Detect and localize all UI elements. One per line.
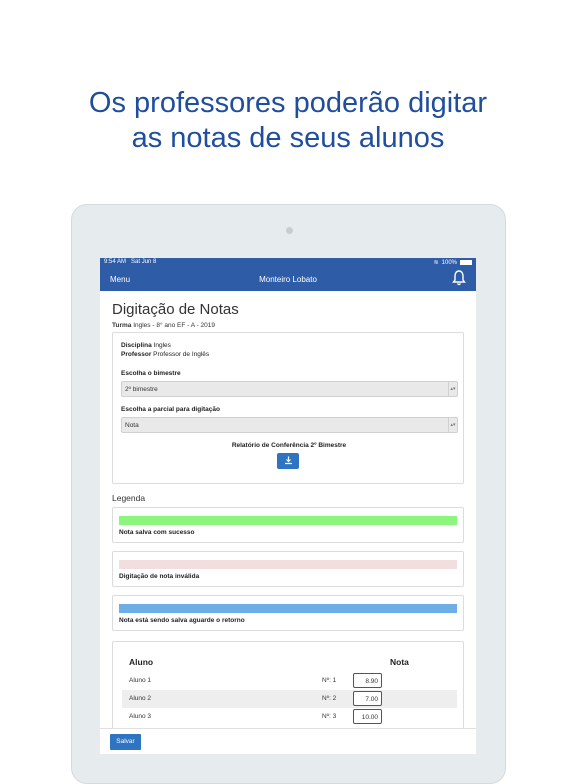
promo-headline: Os professores poderão digitar as notas … <box>0 86 576 156</box>
professor-label: Professor <box>121 351 152 358</box>
disciplina-value: Ingles <box>153 342 171 349</box>
status-date: Sat Jun 8 <box>131 259 157 265</box>
report-label: Relatório de Conferência 2º Bimestre <box>231 442 347 449</box>
main-content: Digitação de Notas Turma Ingles - 8° ano… <box>100 291 476 754</box>
table-row: Aluno 2 Nº: 2 7.00 <box>122 690 457 708</box>
student-name: Aluno 1 <box>129 677 152 684</box>
chevron-updown-icon: ▴▾ <box>448 418 457 432</box>
student-name: Aluno 3 <box>129 713 152 720</box>
status-time: 9:54 AM <box>104 259 127 265</box>
top-bar: 9:54 AM Sat Jun 8 ≋ 100% Menu Monteiro L… <box>100 258 476 291</box>
bell-icon[interactable] <box>452 270 466 286</box>
student-number: Nº: 2 <box>322 695 337 702</box>
legend-color-invalid <box>119 560 457 569</box>
legend-item-success: Nota salva com sucesso <box>112 507 464 543</box>
header-nota: Nota <box>390 657 409 667</box>
header-aluno: Aluno <box>129 657 154 667</box>
turma-value: Ingles - 8° ano EF - A - 2019 <box>133 322 215 329</box>
legend-item-saving: Nota está sendo salva aguarde o retorno <box>112 595 464 631</box>
headline-line-2: as notas de seus alunos <box>131 122 445 154</box>
app-screen: 9:54 AM Sat Jun 8 ≋ 100% Menu Monteiro L… <box>100 258 476 754</box>
student-number: Nº: 1 <box>322 677 337 684</box>
filters-card: Disciplina Ingles Professor Professor de… <box>112 332 464 484</box>
bimestre-label: Escolha o bimestre <box>121 370 181 377</box>
legend-title: Legenda <box>112 493 146 503</box>
student-number: Nº: 3 <box>322 713 337 720</box>
parcial-select[interactable]: Nota ▴▾ <box>121 417 458 433</box>
school-title: Monteiro Lobato <box>259 275 317 284</box>
professor-value: Professor de Inglês <box>153 351 210 358</box>
table-row: Aluno 3 Nº: 3 10.00 <box>122 708 457 726</box>
grade-input[interactable]: 8.90 <box>353 673 382 688</box>
legend-item-invalid: Digitação de nota inválida <box>112 551 464 587</box>
parcial-label: Escolha a parcial para digitação <box>121 406 220 413</box>
professor-row: Professor Professor de Inglês <box>121 351 209 358</box>
table-row: Aluno 1 Nº: 1 8.90 <box>122 672 457 690</box>
battery-icon <box>460 260 472 265</box>
status-bar-left: 9:54 AM Sat Jun 8 <box>104 259 156 265</box>
bimestre-select[interactable]: 2º bimestre ▴▾ <box>121 381 458 397</box>
legend-text-invalid: Digitação de nota inválida <box>119 573 200 580</box>
camera-dot <box>286 227 293 234</box>
footer-bar: Salvar <box>100 728 476 754</box>
grade-input[interactable]: 7.00 <box>353 691 382 706</box>
turma-info: Turma Ingles - 8° ano EF - A - 2019 <box>112 322 215 329</box>
disciplina-label: Disciplina <box>121 342 152 349</box>
download-icon <box>284 456 292 465</box>
wifi-icon: ≋ <box>433 260 439 266</box>
save-button[interactable]: Salvar <box>110 734 141 750</box>
legend-text-saving: Nota está sendo salva aguarde o retorno <box>119 617 245 624</box>
grade-input[interactable]: 10.00 <box>353 709 382 724</box>
legend-text-success: Nota salva com sucesso <box>119 529 195 536</box>
battery-text: 100% <box>441 259 457 266</box>
chevron-updown-icon: ▴▾ <box>448 382 457 396</box>
disciplina-row: Disciplina Ingles <box>121 342 171 349</box>
student-name: Aluno 2 <box>129 695 152 702</box>
turma-label: Turma <box>112 322 132 329</box>
headline-line-1: Os professores poderão digitar <box>88 87 488 119</box>
legend-color-success <box>119 516 457 525</box>
download-report-button[interactable] <box>277 453 299 469</box>
status-bar-right: ≋ 100% <box>434 259 472 266</box>
legend-color-saving <box>119 604 457 613</box>
parcial-value: Nota <box>125 422 139 429</box>
page-title: Digitação de Notas <box>112 301 239 318</box>
bimestre-value: 2º bimestre <box>125 386 158 393</box>
